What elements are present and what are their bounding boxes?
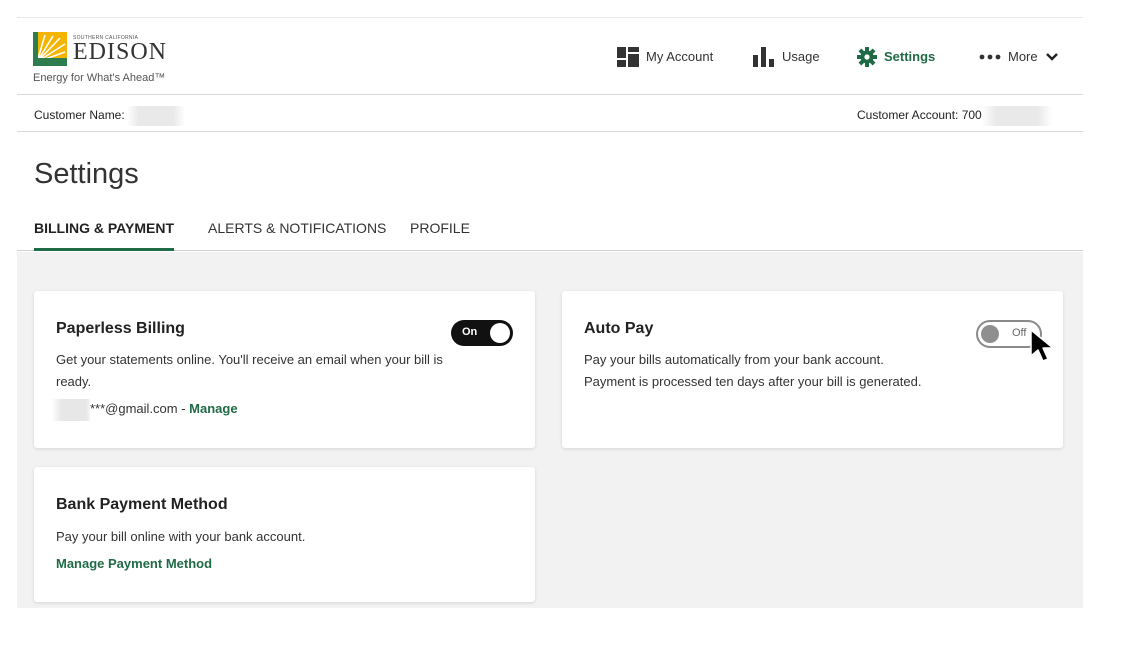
paperless-billing-card: Paperless Billing On Get your statements… — [34, 291, 535, 448]
paperless-email-line: ***@gmail.com - Manage — [52, 398, 238, 421]
nav-my-account-label: My Account — [646, 49, 714, 64]
redacted-account — [981, 106, 1052, 126]
nav-settings-label: Settings — [884, 49, 936, 64]
redacted-name — [126, 106, 185, 126]
customer-name-label: Customer Name: — [34, 108, 125, 123]
toggle-knob — [490, 323, 510, 343]
logo-wordmark: EDISON — [73, 39, 167, 65]
manage-payment-method-link[interactable]: Manage Payment Method — [56, 553, 212, 575]
paperless-billing-description: Get your statements online. You'll recei… — [56, 352, 443, 389]
bar-chart-icon — [753, 46, 774, 67]
nav-settings[interactable]: Settings — [857, 18, 935, 95]
bank-payment-card: Bank Payment Method Pay your bill online… — [34, 467, 535, 602]
redacted-email — [52, 398, 90, 421]
customer-info-bar: Customer Name: Customer Account: 700 — [17, 95, 1083, 132]
chevron-down-icon — [1045, 52, 1058, 61]
toggle-off-label: Off — [1012, 327, 1027, 339]
bank-payment-description: Pay your bill online with your bank acco… — [56, 529, 306, 544]
nav-usage[interactable]: Usage — [753, 18, 820, 95]
customer-account-label: Customer Account: 700 — [857, 108, 982, 123]
customer-account: Customer Account: 700 — [857, 106, 1052, 126]
settings-content: Paperless Billing On Get your statements… — [17, 252, 1083, 608]
email-address: ***@gmail.com - — [90, 401, 190, 416]
auto-pay-card: Auto Pay Off Pay your bills automaticall… — [562, 291, 1063, 448]
gear-icon — [857, 46, 877, 67]
tab-profile[interactable]: PROFILE — [410, 215, 470, 251]
app-frame: SOUTHERN CALIFORNIA EDISON Energy for Wh… — [17, 17, 1083, 608]
paperless-billing-title: Paperless Billing — [56, 320, 185, 337]
nav-my-account[interactable]: My Account — [617, 18, 713, 95]
toggle-on-label: On — [462, 326, 478, 338]
site-header: SOUTHERN CALIFORNIA EDISON Energy for Wh… — [17, 18, 1083, 95]
manage-email-link[interactable]: Manage — [189, 401, 237, 416]
nav-usage-label: Usage — [782, 49, 820, 64]
nav-more[interactable]: More — [979, 18, 1059, 95]
logo-tagline: Energy for What's Ahead™ — [33, 72, 166, 84]
auto-pay-description-1: Pay your bills automatically from your b… — [584, 352, 884, 367]
auto-pay-description-2: Payment is processed ten days after your… — [584, 374, 922, 389]
customer-name: Customer Name: — [34, 106, 185, 126]
tab-alerts-notifications[interactable]: ALERTS & NOTIFICATIONS — [208, 215, 386, 251]
mouse-cursor-icon — [1030, 329, 1054, 362]
page-title: Settings — [34, 158, 139, 190]
grid-icon — [617, 46, 639, 67]
nav-more-label: More — [1008, 49, 1038, 64]
paperless-billing-toggle[interactable]: On — [451, 320, 513, 346]
settings-tabs: BILLING & PAYMENT ALERTS & NOTIFICATIONS… — [17, 215, 1083, 251]
dots-icon — [979, 54, 1001, 59]
edison-logo[interactable]: SOUTHERN CALIFORNIA EDISON Energy for Wh… — [33, 30, 193, 88]
bank-payment-title: Bank Payment Method — [56, 496, 228, 513]
sun-logo-icon — [33, 32, 67, 66]
tab-billing-payment[interactable]: BILLING & PAYMENT — [34, 215, 175, 251]
toggle-knob — [981, 325, 999, 343]
auto-pay-title: Auto Pay — [584, 320, 654, 337]
